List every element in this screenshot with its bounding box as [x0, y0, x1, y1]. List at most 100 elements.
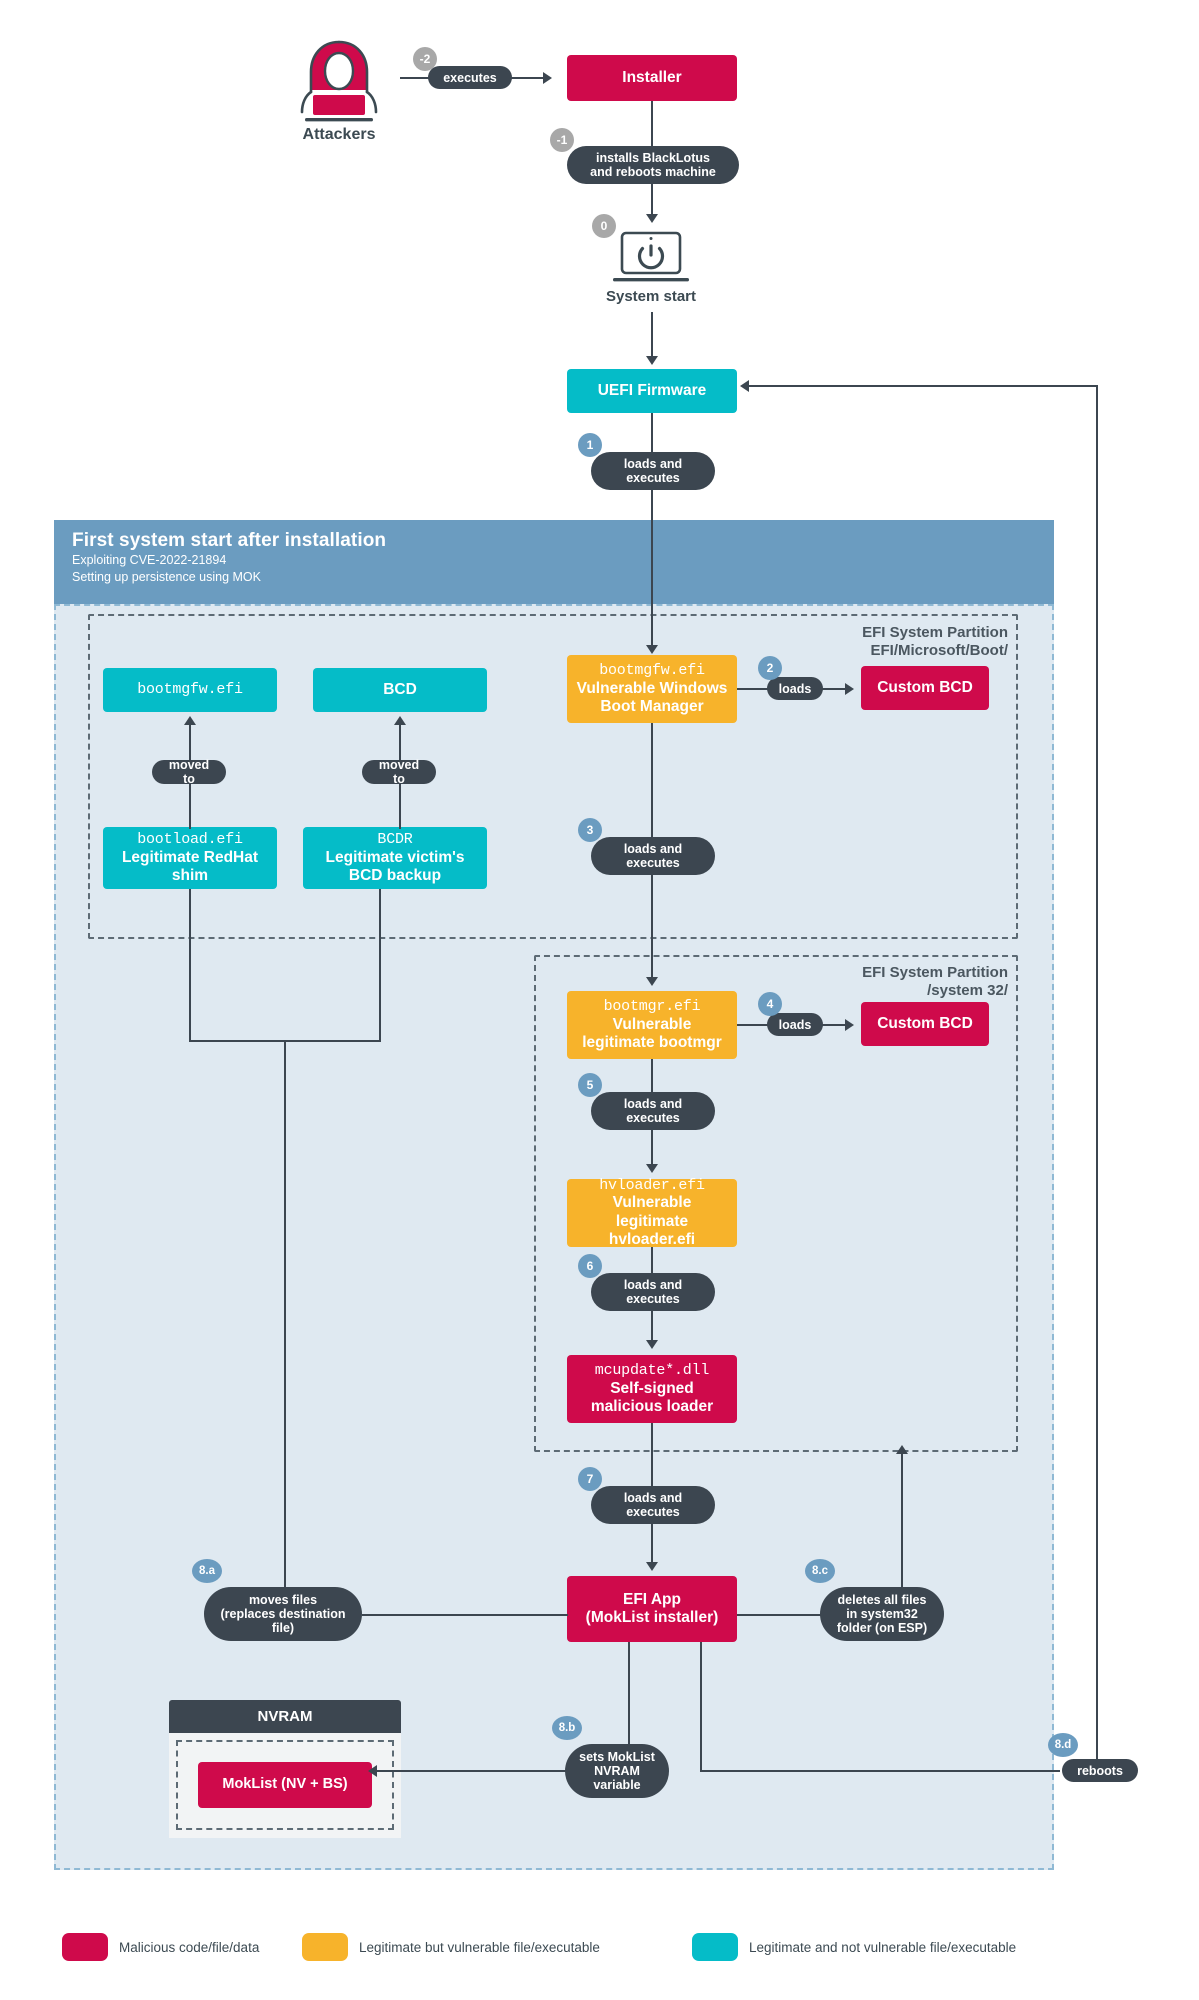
node-bootmgr-vulnerable-desc: Vulnerable legitimate bootmgr	[582, 1015, 722, 1051]
node-bcdr[interactable]: BCDR Legitimate victim's BCD backup	[303, 827, 487, 889]
legend-item-0: Malicious code/file/data	[62, 1933, 302, 1961]
attacker-icon	[291, 38, 387, 130]
edge-movedto-2-arrow	[394, 716, 406, 725]
node-bootmgfw-top[interactable]: bootmgfw.efi	[103, 668, 277, 712]
node-mcupdate-filename: mcupdate*.dll	[594, 1361, 710, 1379]
edge-movedto-1-label: moved to	[152, 758, 226, 786]
node-custom-bcd-2[interactable]: Custom BCD	[861, 1002, 989, 1046]
node-mcupdate[interactable]: mcupdate*.dll Self-signed malicious load…	[567, 1355, 737, 1423]
step-badge-8c: 8.c	[805, 1559, 835, 1583]
phase-subtitle-1: Exploiting CVE-2022-21894	[72, 553, 227, 567]
edge-movedto-1-arrow	[184, 716, 196, 725]
edge-8d-vertical	[700, 1642, 702, 1770]
node-installer[interactable]: Installer	[567, 55, 737, 101]
edge-8b-label: sets MokList NVRAM variable	[565, 1744, 669, 1798]
legend-item-1: Legitimate but vulnerable file/executabl…	[302, 1933, 692, 1961]
node-efi-app-line2: (MokList installer)	[585, 1609, 719, 1626]
edge-8c-arrow	[896, 1445, 908, 1454]
edge-boot-line	[651, 312, 653, 362]
legend-swatch-safe	[692, 1933, 738, 1961]
edge-8b-arrow	[368, 1765, 377, 1777]
system-start-label: System start	[605, 288, 697, 305]
node-bootload-efi-filename: bootload.efi	[137, 830, 243, 848]
edge-installs-label: installs BlackLotus and reboots machine	[567, 146, 739, 184]
esp-system32-label-line1: EFI System Partition	[862, 964, 1008, 981]
edge-step6-label: loads and executes	[591, 1273, 715, 1311]
step-badge-5: 5	[578, 1073, 602, 1097]
node-custom-bcd-2-title: Custom BCD	[877, 1014, 973, 1032]
edge-8c-vertical	[901, 1452, 903, 1589]
edge-step5-arrow	[646, 1164, 658, 1173]
node-uefi-firmware[interactable]: UEFI Firmware	[567, 369, 737, 413]
edge-step5-label: loads and executes	[591, 1092, 715, 1130]
edge-step7-arrow	[646, 1562, 658, 1571]
node-hvloader-desc: Vulnerable legitimate hvloader.efi	[608, 1194, 696, 1248]
edge-step1-arrow	[646, 645, 658, 654]
node-mcupdate-desc: Self-signed malicious loader	[590, 1379, 714, 1415]
edge-step1-line	[651, 413, 653, 651]
phase-header: First system start after installation Ex…	[54, 520, 1054, 604]
step-badge-8b: 8.b	[552, 1716, 582, 1740]
step-badge-8d: 8.d	[1048, 1733, 1078, 1757]
node-moklist[interactable]: MokList (NV + BS)	[198, 1762, 372, 1808]
attacker-label: Attackers	[302, 126, 376, 143]
node-bcdr-filename: BCDR	[377, 830, 413, 848]
node-installer-title: Installer	[622, 68, 682, 86]
edge-step6-arrow	[646, 1340, 658, 1349]
node-moklist-title: MokList (NV + BS)	[222, 1776, 348, 1793]
esp-boot-group	[88, 614, 1018, 939]
step-badge-6: 6	[578, 1254, 602, 1278]
node-bootmgfw-vulnerable-filename: bootmgfw.efi	[599, 661, 705, 679]
edge-8a-trunk-vertical	[284, 1040, 286, 1614]
edge-8a-branch-left-vertical	[189, 889, 191, 1042]
edge-movedto-2-label: moved to	[362, 758, 436, 786]
legend-label-safe: Legitimate and not vulnerable file/execu…	[749, 1939, 1017, 1955]
step-badge-4: 4	[758, 992, 782, 1016]
edge-step4-arrow	[845, 1019, 854, 1031]
step-badge--2: -2	[413, 47, 437, 71]
esp-boot-label-line2: EFI/Microsoft/Boot/	[870, 641, 1009, 659]
legend: Malicious code/file/data Legitimate but …	[62, 1932, 1142, 1962]
edge-step4-label: loads	[767, 1013, 823, 1036]
legend-label-malicious: Malicious code/file/data	[119, 1939, 260, 1955]
node-bcd-top-title: BCD	[383, 680, 417, 698]
esp-boot-label-line1: EFI System Partition	[862, 624, 1008, 641]
edge-step7-label: loads and executes	[591, 1486, 715, 1524]
node-bootload-efi-desc: Legitimate RedHat shim	[121, 848, 259, 884]
node-uefi-firmware-title: UEFI Firmware	[597, 381, 707, 399]
node-efi-app[interactable]: EFI App (MokList installer)	[567, 1576, 737, 1642]
edge-boot-arrow	[646, 356, 658, 365]
node-bootmgr-vulnerable-filename: bootmgr.efi	[603, 997, 701, 1015]
node-bootmgfw-vulnerable[interactable]: bootmgfw.efi Vulnerable Windows Boot Man…	[567, 655, 737, 723]
legend-swatch-vulnerable	[302, 1933, 348, 1961]
node-bootload-efi[interactable]: bootload.efi Legitimate RedHat shim	[103, 827, 277, 889]
step-badge--1: -1	[550, 128, 574, 152]
edge-8c-line	[737, 1614, 822, 1616]
edge-step2-arrow	[845, 683, 854, 695]
edge-8a-branch-right-vertical	[379, 889, 381, 1042]
node-bootmgr-vulnerable[interactable]: bootmgr.efi Vulnerable legitimate bootmg…	[567, 991, 737, 1059]
edge-reboot-return-horizontal	[748, 385, 1098, 387]
legend-swatch-malicious	[62, 1933, 108, 1961]
phase-subtitle-2: Setting up persistence using MOK	[72, 569, 261, 584]
edge-8a-line	[362, 1614, 568, 1616]
edge-executes-label: executes	[428, 66, 512, 89]
legend-label-vulnerable: Legitimate but vulnerable file/executabl…	[359, 1939, 600, 1955]
node-custom-bcd-1[interactable]: Custom BCD	[861, 666, 989, 710]
edge-reboot-return-vertical	[1096, 385, 1098, 1770]
edge-8a-label: moves files (replaces destination file)	[204, 1587, 362, 1641]
legend-item-2: Legitimate and not vulnerable file/execu…	[692, 1933, 1112, 1961]
esp-system32-label-line2: /system 32/	[927, 981, 1008, 999]
step-badge-3: 3	[578, 818, 602, 842]
step-badge-1: 1	[578, 433, 602, 457]
diagram-canvas: First system start after installation Ex…	[0, 0, 1199, 2000]
node-hvloader[interactable]: hvloader.efi Vulnerable legitimate hvloa…	[567, 1177, 737, 1248]
node-bcd-top[interactable]: BCD	[313, 668, 487, 712]
step-badge-2: 2	[758, 656, 782, 680]
step-badge-8a: 8.a	[192, 1559, 222, 1583]
node-bcdr-desc: Legitimate victim's BCD backup	[325, 848, 465, 884]
node-bootmgfw-vulnerable-desc: Vulnerable Windows Boot Manager	[576, 679, 728, 715]
edge-step1-label: loads and executes	[591, 452, 715, 490]
node-custom-bcd-1-title: Custom BCD	[877, 678, 973, 696]
edge-step3-label: loads and executes	[591, 837, 715, 875]
